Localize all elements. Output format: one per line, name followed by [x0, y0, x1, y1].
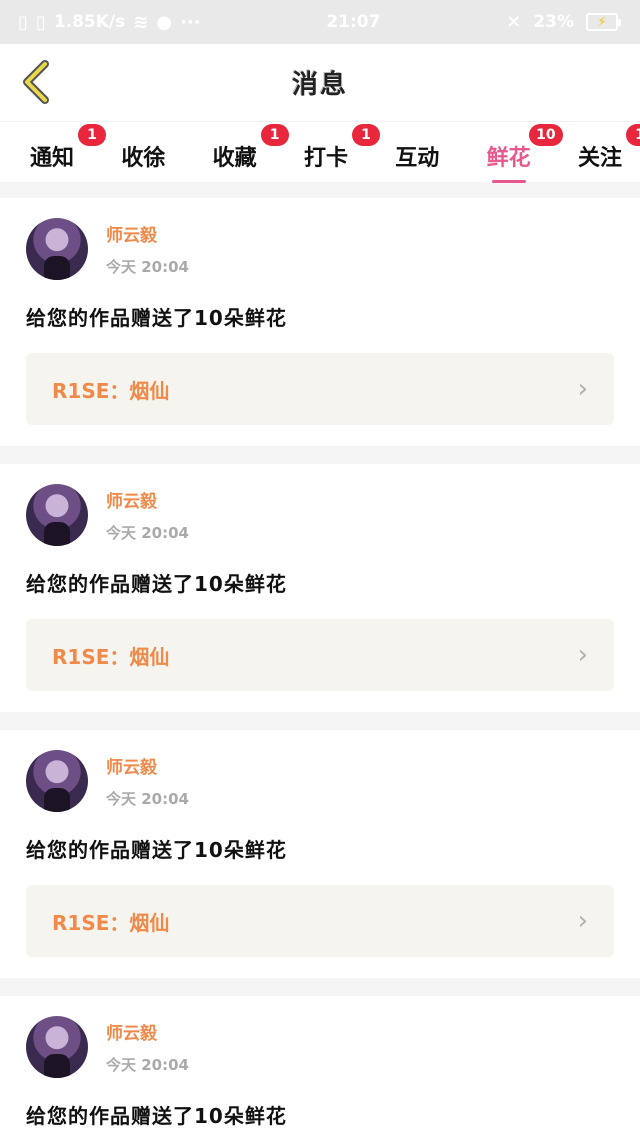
tab-label: 关注	[577, 146, 622, 171]
message-text: 给您的作品赠送了10朵鲜花	[26, 1104, 287, 1128]
battery-icon: ⚡	[585, 13, 621, 31]
status-right: ✕ 23% ⚡	[506, 11, 621, 33]
message-text: 给您的作品赠送了10朵鲜花	[26, 838, 287, 862]
tab-underline	[491, 180, 526, 183]
message-card: 师云毅 今天 20:04 给您的作品赠送了10朵鲜花 R1SE：烟仙 ›	[0, 198, 640, 446]
unread-badge: 1	[260, 124, 289, 146]
work-title: R1SE：烟仙	[52, 378, 170, 403]
avatar[interactable]	[26, 750, 88, 812]
timestamp: 今天 20:04	[106, 524, 189, 542]
message-header: 师云毅 今天 20:04	[26, 484, 614, 546]
message-card: 师云毅 今天 20:04 给您的作品赠送了10朵鲜花 R1SE：烟仙 ›	[0, 464, 640, 712]
status-bar: ▯ ▯ 1.85K/s ≋ ● ··· 21:07 ✕ 23% ⚡	[0, 0, 640, 44]
unread-badge: 1	[78, 124, 106, 146]
unread-badge: 1	[351, 124, 380, 146]
timestamp: 今天 20:04	[106, 258, 189, 276]
message-meta: 师云毅 今天 20:04	[106, 1019, 189, 1075]
sim-icon: ▯	[35, 11, 46, 33]
mute-icon: ✕	[506, 11, 522, 33]
work-title: R1SE：烟仙	[52, 644, 170, 669]
message-card: 师云毅 今天 20:04 给您的作品赠送了10朵鲜花 R1SE：烟仙 ›	[0, 730, 640, 978]
username[interactable]: 师云毅	[106, 1019, 189, 1044]
wifi-icon: ≋	[133, 11, 149, 33]
work-link[interactable]: R1SE：烟仙 ›	[26, 353, 614, 425]
tab-label: 收藏	[212, 146, 257, 171]
timestamp: 今天 20:04	[106, 790, 189, 808]
tab-notifications[interactable]: 通知 1	[24, 124, 106, 172]
tab-bar: 通知 1 收徐 收藏 1 打卡 1 互动 鲜花 10 关注 1	[0, 122, 640, 183]
message-meta: 师云毅 今天 20:04	[106, 221, 189, 277]
more-icon: ···	[180, 11, 201, 33]
unread-badge: 1	[625, 124, 640, 146]
work-link[interactable]: R1SE：烟仙 ›	[26, 885, 614, 957]
message-text: 给您的作品赠送了10朵鲜花	[26, 572, 287, 596]
tab-follow[interactable]: 关注 1	[572, 124, 640, 172]
avatar[interactable]	[26, 1016, 88, 1078]
status-left: ▯ ▯ 1.85K/s ≋ ● ···	[18, 12, 201, 33]
tab-label: 通知	[29, 146, 74, 171]
back-button[interactable]	[14, 60, 58, 104]
chevron-right-icon: ›	[577, 906, 588, 936]
tab-label: 鲜花	[486, 146, 531, 171]
tab-checkin[interactable]: 打卡 1	[298, 124, 380, 172]
unread-badge: 10	[529, 124, 563, 146]
timestamp: 今天 20:04	[106, 1056, 189, 1074]
message-meta: 师云毅 今天 20:04	[106, 487, 189, 543]
header: 消息	[0, 44, 640, 122]
avatar[interactable]	[26, 484, 88, 546]
message-meta: 师云毅 今天 20:04	[106, 753, 189, 809]
work-link[interactable]: R1SE：烟仙 ›	[26, 619, 614, 691]
tab-favorites[interactable]: 收藏 1	[207, 124, 289, 172]
tab-label: 打卡	[303, 146, 348, 171]
chat-icon: ●	[156, 11, 173, 33]
chevron-left-icon	[23, 60, 49, 104]
page-title: 消息	[291, 70, 348, 100]
tab-label: 收徐	[121, 146, 166, 171]
username[interactable]: 师云毅	[106, 753, 189, 778]
network-speed: 1.85K/s	[53, 12, 126, 32]
avatar[interactable]	[26, 218, 88, 280]
message-header: 师云毅 今天 20:04	[26, 750, 614, 812]
status-time: 21:07	[326, 12, 381, 32]
message-list: 师云毅 今天 20:04 给您的作品赠送了10朵鲜花 R1SE：烟仙 › 师云毅…	[0, 182, 640, 1138]
message-text: 给您的作品赠送了10朵鲜花	[26, 306, 287, 330]
message-header: 师云毅 今天 20:04	[26, 1016, 614, 1078]
message-card: 师云毅 今天 20:04 给您的作品赠送了10朵鲜花	[0, 996, 640, 1138]
tab-interaction[interactable]: 互动	[389, 132, 445, 172]
sim-icon: ▯	[18, 11, 28, 33]
username[interactable]: 师云毅	[106, 221, 189, 246]
message-header: 师云毅 今天 20:04	[26, 218, 614, 280]
tab-flowers[interactable]: 鲜花 10	[481, 124, 563, 183]
battery-percent: 23%	[533, 12, 574, 32]
chevron-right-icon: ›	[577, 374, 588, 404]
tab-label: 互动	[395, 146, 440, 171]
tab-income[interactable]: 收徐	[115, 132, 171, 172]
work-title: R1SE：烟仙	[52, 910, 170, 935]
chevron-right-icon: ›	[577, 640, 588, 670]
username[interactable]: 师云毅	[106, 487, 189, 512]
charging-icon: ⚡	[597, 14, 607, 30]
